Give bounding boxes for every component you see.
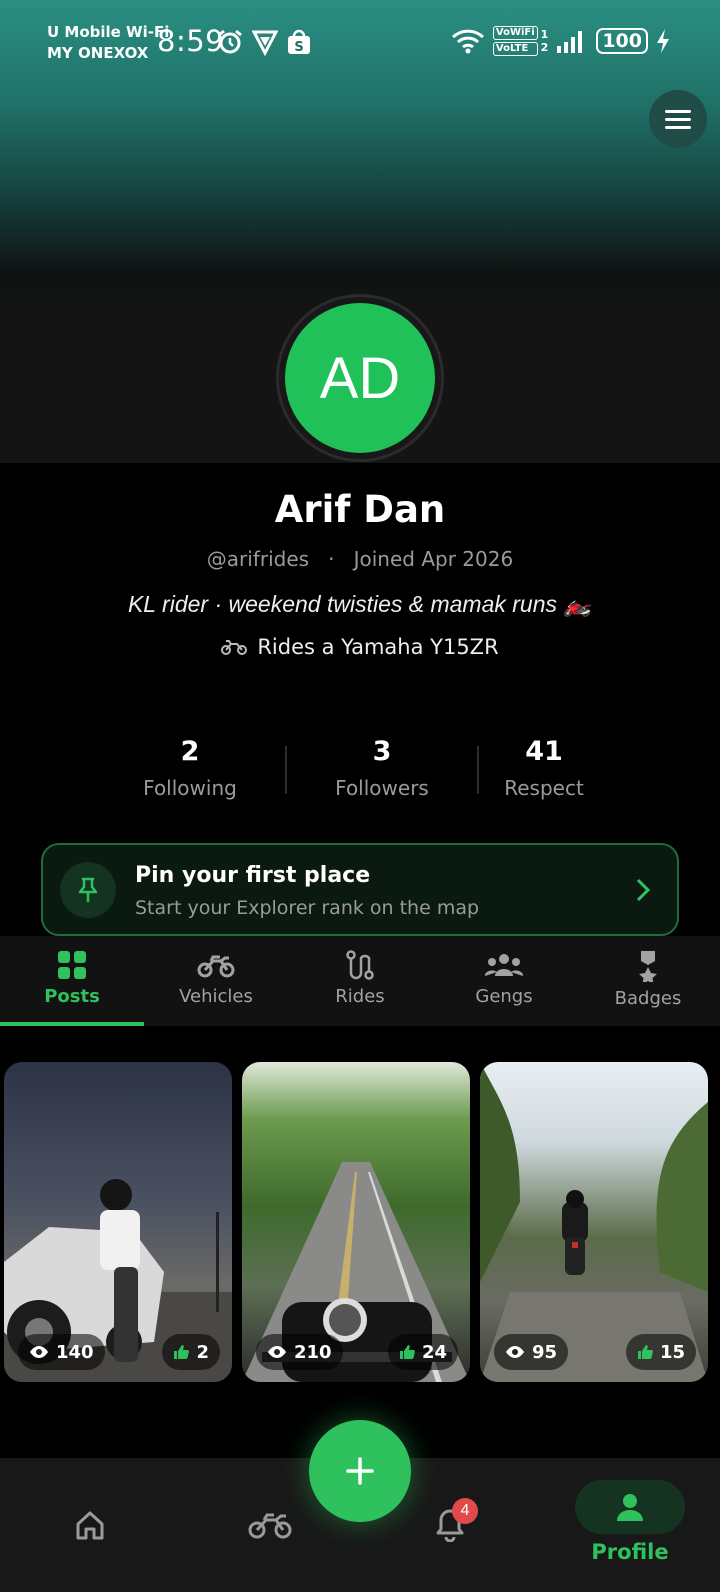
- plus-icon: [346, 1457, 374, 1485]
- motorbike-icon: [248, 1513, 292, 1539]
- posts-grid: 140 2 210 24 95 15: [4, 1062, 720, 1382]
- route-icon: [346, 950, 374, 980]
- avatar-ring[interactable]: AD: [276, 294, 444, 462]
- menu-icon: [665, 109, 691, 113]
- like-count: 24: [421, 1341, 447, 1363]
- battery-level: 100: [596, 28, 648, 54]
- chevron-right-icon: [636, 878, 651, 902]
- stat-following[interactable]: 2 Following: [110, 736, 270, 800]
- tab-rides[interactable]: Rides: [288, 936, 432, 1026]
- post-card[interactable]: 140 2: [4, 1062, 232, 1382]
- nav-profile-label[interactable]: Profile: [560, 1540, 700, 1564]
- views-pill: 95: [494, 1334, 569, 1370]
- person-icon: [617, 1494, 643, 1521]
- tab-vehicles[interactable]: Vehicles: [144, 936, 288, 1026]
- meta-separator: ·: [315, 547, 348, 571]
- nav-home[interactable]: [50, 1458, 130, 1592]
- likes-pill: 2: [162, 1334, 220, 1370]
- pin-first-place-card[interactable]: Pin your first place Start your Explorer…: [41, 843, 679, 936]
- nav-profile[interactable]: [575, 1480, 685, 1534]
- volte-tag: VoLTE: [492, 42, 538, 56]
- shop-icon: S: [288, 29, 310, 55]
- tab-label: Rides: [335, 986, 385, 1007]
- wifi-icon: [451, 29, 484, 54]
- eye-icon: [506, 1346, 524, 1358]
- stat-label: Respect: [504, 776, 584, 800]
- vowifi-tag: VoWiFi: [492, 26, 538, 40]
- profile-stats: 2 Following 3 Followers 41 Respect: [102, 736, 602, 800]
- stat-label: Followers: [335, 776, 429, 800]
- rides-line: Rides a Yamaha Y15ZR: [0, 635, 720, 659]
- stat-respect[interactable]: 41 Respect: [464, 736, 624, 800]
- avatar: AD: [285, 303, 435, 453]
- tab-gengs[interactable]: Gengs: [432, 936, 576, 1026]
- post-card[interactable]: 210 24: [242, 1062, 470, 1382]
- thumbs-up-icon: [637, 1345, 653, 1359]
- carrier-line-2: MY ONEXOX: [47, 44, 149, 62]
- view-count: 140: [56, 1341, 94, 1363]
- pin-card-title: Pin your first place: [135, 863, 371, 888]
- stat-divider: [285, 746, 287, 794]
- like-count: 2: [196, 1341, 209, 1363]
- vpn-icon: [252, 30, 278, 56]
- medal-icon: [639, 951, 657, 982]
- likes-pill: 24: [387, 1334, 458, 1370]
- stat-followers[interactable]: 3 Followers: [302, 736, 462, 800]
- home-icon: [76, 1511, 104, 1540]
- eye-icon: [268, 1346, 286, 1358]
- views-pill: 210: [256, 1334, 343, 1370]
- joined-date: Joined Apr 2026: [353, 547, 514, 571]
- status-right: VoWiFi VoLTE 1 2 100: [451, 26, 670, 56]
- motorbike-icon: [197, 955, 235, 978]
- nav-notifications[interactable]: [410, 1458, 490, 1592]
- profile-tabs: Posts Vehicles Rides Gengs Badges: [0, 936, 720, 1026]
- view-count: 210: [294, 1341, 332, 1363]
- notification-badge: 4: [452, 1498, 478, 1524]
- tab-label: Badges: [614, 988, 682, 1009]
- tab-label: Posts: [44, 986, 100, 1007]
- status-time: 8:59: [157, 24, 225, 58]
- profile-bio: KL rider · weekend twisties & mamak runs…: [127, 591, 593, 617]
- likes-pill: 15: [625, 1334, 696, 1370]
- eye-icon: [30, 1346, 48, 1358]
- pin-icon-wrap: [60, 862, 116, 918]
- stat-value: 2: [180, 736, 200, 767]
- charging-icon: [657, 29, 669, 53]
- grid-icon: [58, 951, 86, 979]
- svg-text:S: S: [294, 40, 303, 55]
- sim-2-label: 2: [540, 41, 549, 54]
- motorbike-icon: [221, 640, 248, 655]
- thumbs-up-icon: [399, 1345, 415, 1359]
- menu-button[interactable]: [649, 90, 707, 148]
- carrier-line-1: U Mobile Wi-Fi: [47, 23, 170, 41]
- carrier-info: U Mobile Wi-Fi MY ONEXOX: [47, 22, 169, 64]
- stat-value: 41: [525, 736, 563, 767]
- pushpin-icon: [78, 877, 98, 902]
- group-icon: [485, 954, 523, 976]
- like-count: 15: [659, 1341, 685, 1363]
- profile-handle: @arifrides: [206, 547, 310, 571]
- nav-rides[interactable]: [230, 1458, 310, 1592]
- profile-meta: @arifrides · Joined Apr 2026: [0, 547, 720, 571]
- tab-posts[interactable]: Posts: [0, 936, 144, 1026]
- tab-label: Vehicles: [179, 986, 253, 1007]
- sim-1-label: 1: [540, 28, 549, 41]
- thumbs-up-icon: [174, 1345, 190, 1359]
- create-post-button[interactable]: [309, 1420, 411, 1522]
- pin-card-subtitle: Start your Explorer rank on the map: [135, 897, 480, 919]
- stat-label: Following: [143, 776, 237, 800]
- signal-icon: [557, 31, 583, 53]
- profile-name: Arif Dan: [274, 488, 446, 531]
- alarm-icon: [218, 29, 242, 54]
- views-pill: 140: [18, 1334, 105, 1370]
- rides-text: Rides a Yamaha Y15ZR: [257, 635, 499, 659]
- post-card[interactable]: 95 15: [480, 1062, 708, 1382]
- status-bar: U Mobile Wi-Fi MY ONEXOX 8:59 S VoWiFi V…: [0, 0, 720, 80]
- tab-label: Gengs: [475, 986, 533, 1007]
- tab-badges[interactable]: Badges: [576, 936, 720, 1026]
- stat-value: 3: [372, 736, 392, 767]
- view-count: 95: [532, 1341, 558, 1363]
